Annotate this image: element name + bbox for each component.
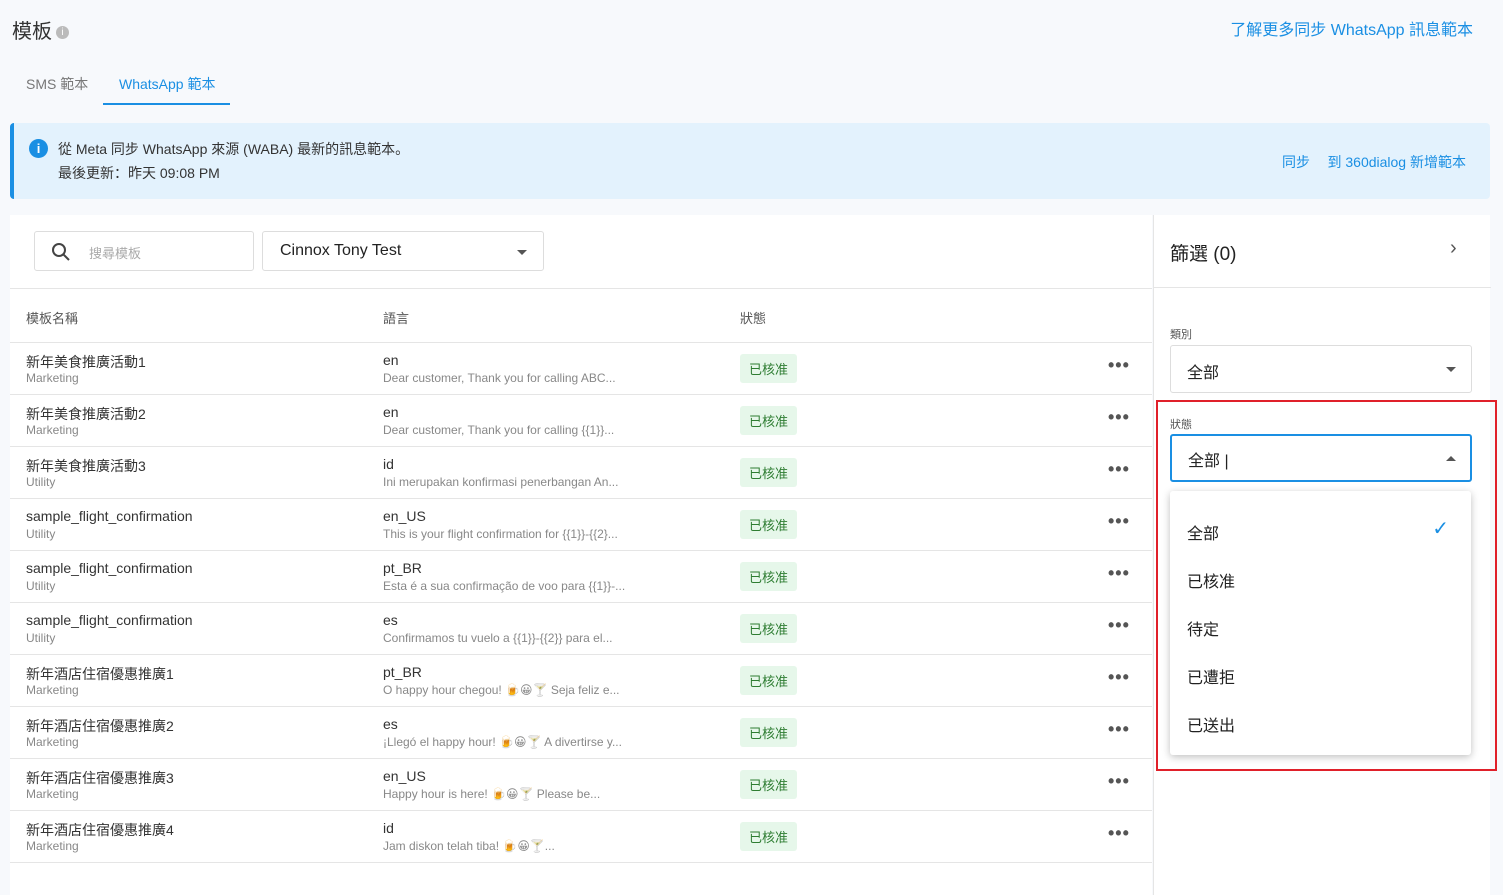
page-title: 模板 i bbox=[12, 15, 69, 44]
table-row[interactable]: 新年酒店住宿優惠推廣2 Marketing es ¡Llegó el happy… bbox=[10, 707, 1152, 759]
template-name: sample_flight_confirmation bbox=[26, 508, 193, 524]
template-preview: ¡Llegó el happy hour! 🍺😀🍸 A divertirse y… bbox=[383, 735, 622, 749]
template-language: pt_BR bbox=[383, 664, 422, 680]
template-language: pt_BR bbox=[383, 560, 422, 576]
more-options-icon[interactable]: ••• bbox=[1108, 459, 1130, 480]
info-icon: i bbox=[29, 139, 48, 158]
template-language: en bbox=[383, 352, 399, 368]
table-row[interactable]: 新年美食推廣活動2 Marketing en Dear customer, Th… bbox=[10, 395, 1152, 447]
template-category: Marketing bbox=[26, 371, 79, 385]
filter-title: 篩選 (0) bbox=[1170, 244, 1237, 265]
table-header: 模板名稱 語言 狀態 bbox=[10, 288, 1152, 343]
learn-more-link[interactable]: 了解更多同步 WhatsApp 訊息範本 bbox=[1230, 16, 1473, 40]
more-options-icon[interactable]: ••• bbox=[1108, 615, 1130, 636]
status-badge: 已核准 bbox=[740, 354, 798, 383]
more-options-icon[interactable]: ••• bbox=[1108, 563, 1130, 584]
table-row[interactable]: 新年酒店住宿優惠推廣4 Marketing id Jam diskon tela… bbox=[10, 811, 1152, 863]
template-name: 新年美食推廣活動1 bbox=[26, 354, 146, 370]
status-badge: 已核准 bbox=[740, 666, 798, 695]
template-preview: Happy hour is here! 🍺😀🍸 Please be... bbox=[383, 787, 601, 801]
search-icon bbox=[52, 243, 70, 261]
template-language: id bbox=[383, 820, 394, 836]
template-preview: Confirmamos tu vuelo a {{1}}-{{2}} para … bbox=[383, 631, 613, 645]
template-preview: Ini merupakan konfirmasi penerbangan An.… bbox=[383, 475, 619, 489]
template-name: 新年酒店住宿優惠推廣4 bbox=[26, 822, 174, 838]
template-language: en_US bbox=[383, 768, 426, 784]
template-category: Utility bbox=[26, 475, 56, 489]
caret-down-icon bbox=[517, 250, 527, 255]
template-preview: Dear customer, Thank you for calling ABC… bbox=[383, 371, 616, 385]
more-options-icon[interactable]: ••• bbox=[1108, 719, 1130, 740]
add-template-link[interactable]: 到 360dialog 新增範本 bbox=[1327, 152, 1466, 172]
category-label: 類別 bbox=[1170, 329, 1192, 341]
template-name: sample_flight_confirmation bbox=[26, 612, 193, 628]
template-language: es bbox=[383, 716, 398, 732]
more-options-icon[interactable]: ••• bbox=[1108, 407, 1130, 428]
sync-button[interactable]: 同步 bbox=[1282, 152, 1310, 172]
template-category: Marketing bbox=[26, 423, 79, 437]
more-options-icon[interactable]: ••• bbox=[1108, 771, 1130, 792]
table-row[interactable]: 新年酒店住宿優惠推廣1 Marketing pt_BR O happy hour… bbox=[10, 655, 1152, 707]
more-options-icon[interactable]: ••• bbox=[1108, 511, 1130, 532]
status-badge: 已核准 bbox=[740, 562, 798, 591]
template-category: Utility bbox=[26, 579, 56, 593]
template-category: Utility bbox=[26, 527, 56, 541]
template-name: 新年美食推廣活動2 bbox=[26, 406, 146, 422]
tab-sms[interactable]: SMS 範本 bbox=[26, 74, 88, 94]
active-tab-indicator bbox=[103, 103, 230, 105]
template-category: Marketing bbox=[26, 683, 79, 697]
template-preview: This is your flight confirmation for {{1… bbox=[383, 527, 618, 541]
status-badge: 已核准 bbox=[740, 822, 798, 851]
search-input[interactable]: 搜尋模板 bbox=[34, 231, 254, 271]
template-name: 新年美食推廣活動3 bbox=[26, 458, 146, 474]
last-updated: 最後更新：昨天 09:08 PM bbox=[58, 165, 220, 181]
template-category: Marketing bbox=[26, 735, 79, 749]
status-badge: 已核准 bbox=[740, 510, 798, 539]
template-name: 新年酒店住宿優惠推廣3 bbox=[26, 770, 174, 786]
template-language: es bbox=[383, 612, 398, 628]
status-badge: 已核准 bbox=[740, 770, 798, 799]
more-options-icon[interactable]: ••• bbox=[1108, 823, 1130, 844]
more-options-icon[interactable]: ••• bbox=[1108, 355, 1130, 376]
template-preview: Esta é a sua confirmação de voo para {{1… bbox=[383, 579, 626, 593]
highlight-box bbox=[1156, 400, 1497, 771]
template-language: id bbox=[383, 456, 394, 472]
more-options-icon[interactable]: ••• bbox=[1108, 667, 1130, 688]
table-row[interactable]: sample_flight_confirmation Utility es Co… bbox=[10, 603, 1152, 655]
template-name: 新年酒店住宿優惠推廣1 bbox=[26, 666, 174, 682]
tab-whatsapp[interactable]: WhatsApp 範本 bbox=[119, 74, 215, 94]
status-badge: 已核准 bbox=[740, 614, 798, 643]
templates-table-card: 搜尋模板 Cinnox Tony Test 模板名稱 語言 狀態 新年美食推廣活… bbox=[10, 215, 1152, 895]
table-row[interactable]: sample_flight_confirmation Utility en_US… bbox=[10, 499, 1152, 551]
table-row[interactable]: 新年酒店住宿優惠推廣3 Marketing en_US Happy hour i… bbox=[10, 759, 1152, 811]
template-preview: Dear customer, Thank you for calling {{1… bbox=[383, 423, 615, 437]
template-language: en bbox=[383, 404, 399, 420]
status-badge: 已核准 bbox=[740, 458, 798, 487]
info-icon[interactable]: i bbox=[56, 26, 69, 40]
template-preview: Jam diskon telah tiba! 🍺😀🍸... bbox=[383, 839, 555, 853]
chevron-right-icon[interactable]: › bbox=[1450, 237, 1457, 260]
table-row[interactable]: 新年美食推廣活動1 Marketing en Dear customer, Th… bbox=[10, 343, 1152, 395]
sync-banner: i 從 Meta 同步 WhatsApp 來源 (WABA) 最新的訊息範本。 … bbox=[10, 123, 1490, 199]
template-name: sample_flight_confirmation bbox=[26, 560, 193, 576]
account-select[interactable]: Cinnox Tony Test bbox=[262, 231, 544, 271]
template-category: Marketing bbox=[26, 839, 79, 853]
status-badge: 已核准 bbox=[740, 718, 798, 747]
template-name: 新年酒店住宿優惠推廣2 bbox=[26, 718, 174, 734]
banner-message: 從 Meta 同步 WhatsApp 來源 (WABA) 最新的訊息範本。 bbox=[58, 141, 410, 157]
template-preview: O happy hour chegou! 🍺😀🍸 Seja feliz e... bbox=[383, 683, 620, 697]
status-badge: 已核准 bbox=[740, 406, 798, 435]
table-row[interactable]: sample_flight_confirmation Utility pt_BR… bbox=[10, 551, 1152, 603]
category-select[interactable]: 全部 bbox=[1170, 345, 1472, 393]
template-category: Marketing bbox=[26, 787, 79, 801]
template-category: Utility bbox=[26, 631, 56, 645]
caret-down-icon bbox=[1446, 367, 1456, 372]
divider bbox=[1154, 287, 1491, 288]
template-language: en_US bbox=[383, 508, 426, 524]
table-row[interactable]: 新年美食推廣活動3 Utility id Ini merupakan konfi… bbox=[10, 447, 1152, 499]
